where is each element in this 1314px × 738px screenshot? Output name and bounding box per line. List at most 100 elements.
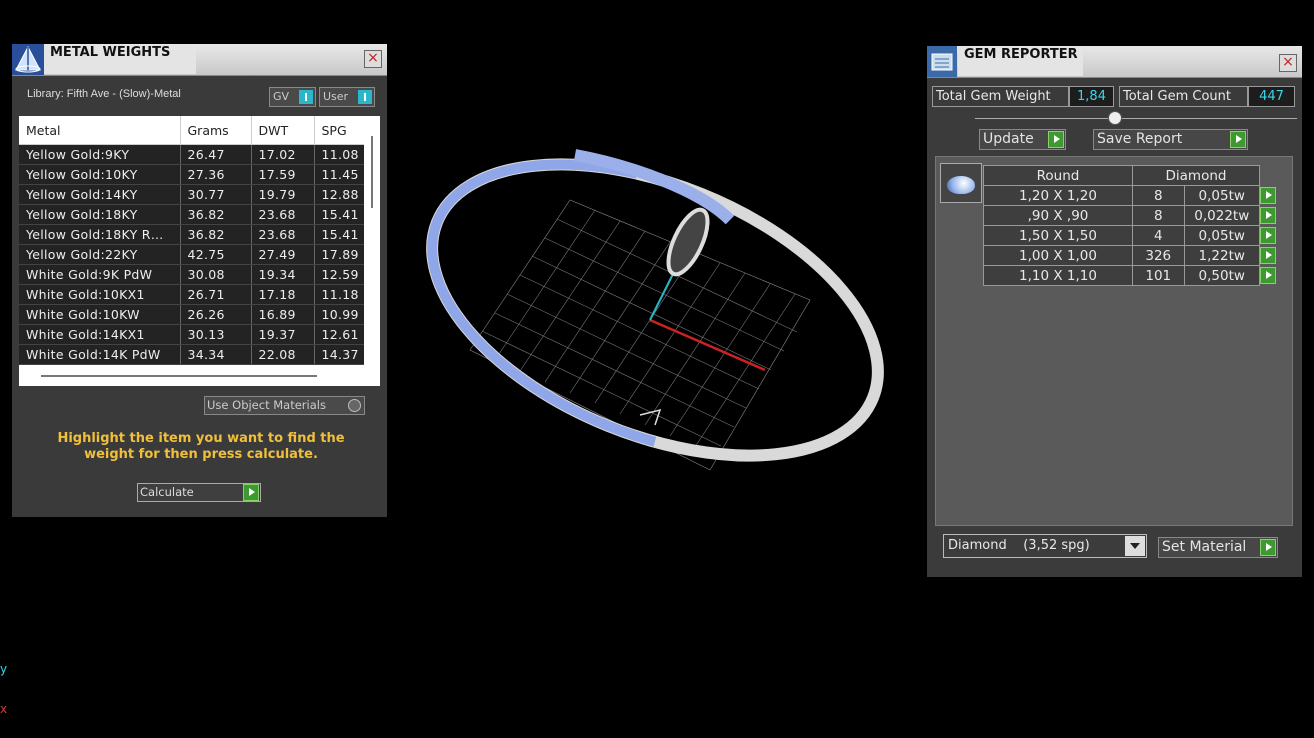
save-report-button[interactable]: Save Report	[1093, 129, 1248, 150]
gem-weight: 0,022tw	[1183, 205, 1261, 226]
chevron-down-icon[interactable]	[1125, 536, 1145, 556]
play-icon[interactable]	[1260, 206, 1276, 224]
gem-count: 326	[1132, 245, 1185, 266]
spg-cell: 14.37	[314, 344, 365, 365]
calculate-button[interactable]: Calculate	[137, 483, 261, 502]
round-diamond-icon[interactable]	[940, 163, 982, 203]
play-icon[interactable]	[1260, 539, 1276, 556]
table-row[interactable]: White Gold:9K PdW 30.08 19.34 12.59	[19, 264, 365, 285]
scrollbar-thumb[interactable]	[371, 136, 373, 208]
column-header-grams[interactable]: Grams	[180, 116, 252, 145]
gem-reporter-panel: GEM REPORTER × Total Gem Weight 1,84 Tot…	[927, 46, 1302, 577]
play-icon[interactable]	[1260, 266, 1276, 284]
gv-toggle[interactable]: GV	[269, 87, 316, 107]
update-button[interactable]: Update	[979, 129, 1066, 150]
gv-toggle-label: GV	[273, 90, 290, 103]
play-icon[interactable]	[1048, 131, 1064, 148]
table-row[interactable]: Yellow Gold:10KY 27.36 17.59 11.45	[19, 164, 365, 185]
table-row[interactable]: Yellow Gold:22KY 42.75 27.49 17.89	[19, 244, 365, 265]
table-row[interactable]: Yellow Gold:18KY R… 36.82 23.68 15.41	[19, 224, 365, 245]
metal-table-container[interactable]: Metal Grams DWT SPG Yellow Gold:9KY 26.47…	[19, 116, 380, 386]
metal-cell: Yellow Gold:10KY	[19, 164, 181, 185]
grams-cell: 26.26	[180, 304, 252, 325]
table-row[interactable]: White Gold:10KX1 26.71 17.18 11.18	[19, 284, 365, 305]
table-row[interactable]: White Gold:14KX1 30.13 19.37 12.61	[19, 324, 365, 345]
gem-count: 8	[1132, 205, 1185, 226]
grams-cell: 30.13	[180, 324, 252, 345]
grams-cell: 26.71	[180, 284, 252, 305]
dwt-cell: 23.68	[251, 224, 315, 245]
slider-handle[interactable]	[1108, 111, 1122, 125]
gem-row[interactable]: 1,20 X 1,20 8 0,05tw	[983, 185, 1281, 206]
user-toggle-label: User	[323, 90, 349, 103]
dwt-cell: 19.34	[251, 264, 315, 285]
metal-cell: Yellow Gold:18KY	[19, 204, 181, 225]
table-row[interactable]: Yellow Gold:14KY 30.77 19.79 12.88	[19, 184, 365, 205]
play-icon[interactable]	[1260, 246, 1276, 264]
grams-cell: 36.82	[180, 204, 252, 225]
gem-row[interactable]: 1,50 X 1,50 4 0,05tw	[983, 225, 1281, 246]
column-header-dwt[interactable]: DWT	[251, 116, 315, 145]
gem-count: 101	[1132, 265, 1185, 286]
user-toggle[interactable]: User	[319, 87, 375, 107]
set-material-label: Set Material	[1162, 539, 1247, 555]
ground-grid	[469, 199, 811, 471]
metal-weights-titlebar[interactable]: METAL WEIGHTS ×	[12, 44, 387, 76]
metal-cell: White Gold:10KX1	[19, 284, 181, 305]
toggle-knob-icon	[299, 90, 313, 104]
table-row[interactable]: White Gold:10KW 26.26 16.89 10.99	[19, 304, 365, 325]
gem-size: ,90 X ,90	[983, 205, 1133, 226]
y-axis-line	[649, 269, 676, 321]
gem-row[interactable]: ,90 X ,90 8 0,022tw	[983, 205, 1281, 226]
gem-header-row: Round Diamond	[983, 165, 1281, 186]
gem-count: 4	[1132, 225, 1185, 246]
dwt-cell: 17.18	[251, 284, 315, 305]
total-gem-weight-value: 1,84	[1069, 86, 1114, 107]
table-header-row: Metal Grams DWT SPG	[19, 116, 365, 145]
gem-list-area: Round Diamond 1,20 X 1,20 8 0,05tw ,90 X…	[935, 156, 1293, 526]
play-icon[interactable]	[1260, 226, 1276, 244]
axis-x-indicator: x	[0, 702, 8, 716]
metal-table: Metal Grams DWT SPG Yellow Gold:9KY 26.47…	[19, 116, 365, 365]
metal-weights-logo-icon	[12, 44, 44, 75]
horizontal-scrollbar[interactable]	[41, 375, 317, 377]
dwt-cell: 19.79	[251, 184, 315, 205]
metal-cell: White Gold:14KX1	[19, 324, 181, 345]
vertical-scrollbar[interactable]	[364, 116, 380, 366]
gem-table: Round Diamond 1,20 X 1,20 8 0,05tw ,90 X…	[983, 165, 1281, 286]
gem-reporter-titlebar[interactable]: GEM REPORTER ×	[927, 46, 1302, 78]
metal-cell: White Gold:10KW	[19, 304, 181, 325]
3d-viewport[interactable]	[400, 130, 910, 490]
dwt-cell: 22.08	[251, 344, 315, 365]
play-icon[interactable]	[1260, 186, 1276, 204]
table-row[interactable]: White Gold:14K PdW 34.34 22.08 14.37	[19, 344, 365, 365]
slider-track[interactable]	[975, 118, 1297, 119]
use-object-materials-option[interactable]: Use Object Materials	[204, 396, 365, 415]
calculate-label: Calculate	[140, 485, 194, 499]
table-row[interactable]: Yellow Gold:18KY 36.82 23.68 15.41	[19, 204, 365, 225]
set-material-button[interactable]: Set Material	[1158, 537, 1278, 558]
close-icon[interactable]: ×	[364, 50, 382, 68]
radio-icon[interactable]	[348, 399, 361, 412]
spg-cell: 11.45	[314, 164, 365, 185]
spg-cell: 15.41	[314, 224, 365, 245]
column-header-spg[interactable]: SPG	[314, 116, 365, 145]
dwt-cell: 17.59	[251, 164, 315, 185]
column-header-metal[interactable]: Metal	[19, 116, 181, 145]
spg-cell: 12.61	[314, 324, 365, 345]
dwt-cell: 16.89	[251, 304, 315, 325]
spg-cell: 17.89	[314, 244, 365, 265]
close-icon[interactable]: ×	[1279, 54, 1297, 72]
play-icon[interactable]	[243, 484, 259, 501]
grams-cell: 30.77	[180, 184, 252, 205]
total-gem-weight-label: Total Gem Weight	[932, 86, 1069, 107]
gem-row[interactable]: 1,00 X 1,00 326 1,22tw	[983, 245, 1281, 266]
play-icon[interactable]	[1230, 131, 1246, 148]
spg-cell: 10.99	[314, 304, 365, 325]
material-select[interactable]: Diamond (3,52 spg)	[943, 534, 1147, 558]
grams-cell: 26.47	[180, 144, 252, 165]
gem-weight: 0,50tw	[1183, 265, 1261, 286]
table-row[interactable]: Yellow Gold:9KY 26.47 17.02 11.08	[19, 144, 365, 165]
axis-y-indicator: y	[0, 662, 8, 676]
gem-row[interactable]: 1,10 X 1,10 101 0,50tw	[983, 265, 1281, 286]
